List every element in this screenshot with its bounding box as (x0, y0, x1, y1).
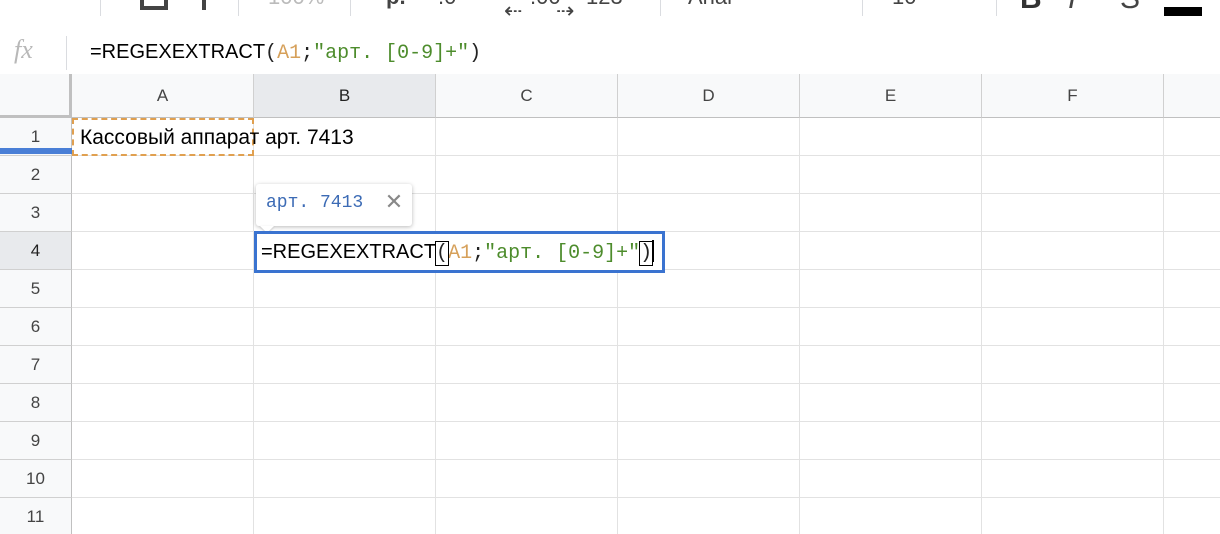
editor-string-token: "арт. [0-9]+" (484, 242, 641, 265)
row-header-9[interactable]: 9 (0, 422, 72, 460)
font-family-select[interactable]: Arial (688, 0, 732, 8)
formula-bar: fx =REGEXEXTRACT(A1;"арт. [0-9]+") (0, 32, 1220, 75)
font-size-select[interactable]: 10 (892, 0, 916, 8)
toolbar-divider (350, 0, 351, 16)
column-header-f[interactable]: F (982, 74, 1164, 118)
row-header-2[interactable]: 2 (0, 156, 72, 194)
currency-format-button[interactable]: р. (386, 0, 406, 8)
close-icon[interactable]: ✕ (384, 191, 404, 213)
italic-button[interactable]: I (1068, 0, 1076, 14)
row-header-11[interactable]: 11 (0, 498, 72, 534)
formula-bar-divider (66, 36, 67, 70)
text-color-swatch[interactable] (1164, 7, 1202, 16)
bold-button[interactable]: B (1020, 0, 1042, 14)
column-header-a[interactable]: A (72, 74, 254, 118)
paint-format-icon[interactable] (140, 0, 168, 10)
sheet-grid: A B C D E F 1 2 3 4 5 6 7 8 9 10 11 Касс… (0, 74, 1220, 534)
row-header-6[interactable]: 6 (0, 308, 72, 346)
toolbar-divider (862, 0, 863, 16)
cell-editor-formula[interactable]: =REGEXEXTRACT(A1;"арт. [0-9]+") (261, 240, 655, 266)
formula-open-paren: ( (265, 42, 278, 65)
editor-close-paren: ) (639, 241, 654, 266)
cell-b4-editor[interactable]: =REGEXEXTRACT(A1;"арт. [0-9]+") (254, 231, 665, 273)
cell-a1[interactable]: Кассовый аппарат арт. 7413 (80, 126, 354, 149)
toolbar-divider (660, 0, 661, 16)
formula-function-token: =REGEXEXTRACT (90, 41, 266, 63)
row-header-8[interactable]: 8 (0, 384, 72, 422)
strikethrough-button[interactable]: S (1120, 0, 1140, 14)
arrow-left-icon: ⇠ (504, 0, 523, 23)
formula-result-preview: арт. 7413 ✕ (256, 184, 412, 226)
formula-input[interactable]: =REGEXEXTRACT(A1;"арт. [0-9]+") (90, 41, 481, 65)
arrow-right-icon: ⇢ (556, 0, 575, 23)
spreadsheet-window: – 100% р. .0 ⇠ .00 ⇢ 123 Arial 10 B I S … (0, 0, 1220, 534)
number-format-button[interactable]: 123 (586, 0, 623, 8)
formula-reference-token: A1 (277, 42, 302, 65)
toolbar: – 100% р. .0 ⇠ .00 ⇢ 123 Arial 10 B I S (0, 0, 1220, 33)
toolbar-divider (100, 0, 101, 16)
menu-dash-icon[interactable]: – (36, 0, 48, 8)
toolbar-divider (996, 0, 997, 16)
row-header-3[interactable]: 3 (0, 194, 72, 232)
paint-format-handle-icon (202, 0, 206, 10)
editor-function-token: =REGEXEXTRACT (261, 241, 437, 263)
row-header-4[interactable]: 4 (0, 232, 72, 270)
column-header-b[interactable]: B (254, 74, 436, 118)
preview-value: арт. 7413 (266, 193, 364, 213)
row-header-5[interactable]: 5 (0, 270, 72, 308)
column-header-e[interactable]: E (800, 74, 982, 118)
column-header-c[interactable]: C (436, 74, 618, 118)
row-header-7[interactable]: 7 (0, 346, 72, 384)
formula-string-token: "арт. [0-9]+" (313, 42, 470, 65)
frozen-row-marker[interactable] (0, 148, 72, 154)
zoom-select[interactable]: 100% (268, 0, 324, 8)
column-header-d[interactable]: D (618, 74, 800, 118)
text-caret (652, 240, 655, 262)
fx-icon: fx (14, 35, 33, 64)
editor-separator: ; (472, 242, 485, 265)
editor-reference-token: A1 (448, 242, 473, 265)
editor-open-paren: ( (435, 241, 450, 266)
cell-area[interactable] (72, 118, 1220, 534)
row-header-10[interactable]: 10 (0, 460, 72, 498)
select-all-corner[interactable] (0, 74, 72, 118)
formula-close-paren: ) (469, 42, 482, 65)
formula-separator: ; (301, 42, 314, 65)
decrease-decimal-button[interactable]: .0 (438, 0, 456, 8)
column-header-g[interactable] (1164, 74, 1220, 118)
toolbar-divider (238, 0, 239, 16)
